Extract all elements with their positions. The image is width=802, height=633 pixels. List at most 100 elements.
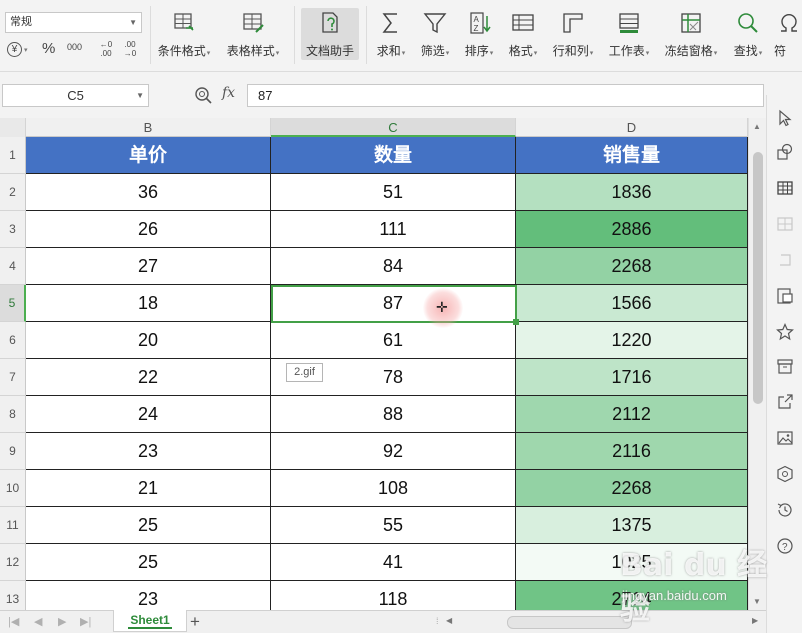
symbol-button[interactable]: 符 bbox=[774, 10, 802, 62]
cell-price[interactable]: 23 bbox=[26, 433, 271, 470]
cell-quantity[interactable]: 88 bbox=[271, 396, 516, 433]
prev-sheet-icon[interactable]: ◀ bbox=[34, 615, 42, 628]
cell-sales[interactable]: 1025 bbox=[516, 544, 748, 581]
horizontal-scroll-thumb[interactable] bbox=[507, 616, 632, 629]
row-header-6[interactable]: 6 bbox=[0, 322, 26, 359]
row-header-2[interactable]: 2 bbox=[0, 174, 26, 211]
shapes-icon[interactable] bbox=[776, 143, 794, 161]
cell-quantity[interactable]: 55 bbox=[271, 507, 516, 544]
star-icon[interactable] bbox=[776, 323, 794, 341]
table-icon[interactable] bbox=[776, 179, 794, 197]
cell-sales[interactable]: 1220 bbox=[516, 322, 748, 359]
row-header-8[interactable]: 8 bbox=[0, 396, 26, 433]
vertical-scroll-thumb[interactable] bbox=[753, 152, 763, 404]
scroll-up-icon[interactable]: ▲ bbox=[753, 122, 761, 131]
row-header-5[interactable]: 5 bbox=[0, 285, 26, 322]
cell-quantity[interactable]: 108 bbox=[271, 470, 516, 507]
column-header-b[interactable]: B bbox=[26, 118, 271, 137]
cell-sales[interactable]: 2116 bbox=[516, 433, 748, 470]
cell-sales[interactable]: 2714 bbox=[516, 581, 748, 610]
cell-sales[interactable]: 2268 bbox=[516, 470, 748, 507]
find-button[interactable]: 查找▾ bbox=[729, 10, 767, 62]
row-header-7[interactable]: 7 bbox=[0, 359, 26, 396]
cell-price[interactable]: 36 bbox=[26, 174, 271, 211]
picture-icon[interactable] bbox=[776, 429, 794, 447]
row-header-4[interactable]: 4 bbox=[0, 248, 26, 285]
sum-button[interactable]: 求和▾ bbox=[372, 10, 410, 62]
next-sheet-icon[interactable]: ▶ bbox=[58, 615, 66, 628]
scroll-splitter[interactable]: ⁞ bbox=[436, 616, 439, 626]
archive-icon[interactable] bbox=[776, 357, 794, 375]
cell-sales[interactable]: 2886 bbox=[516, 211, 748, 248]
row-col-button[interactable]: 行和列▾ bbox=[549, 10, 597, 62]
percent-format-button[interactable]: % bbox=[42, 40, 55, 58]
cell-quantity[interactable]: 87 bbox=[271, 285, 516, 322]
cell-quantity[interactable]: 41 bbox=[271, 544, 516, 581]
row-header-11[interactable]: 11 bbox=[0, 507, 26, 544]
scroll-down-icon[interactable]: ▼ bbox=[753, 597, 761, 606]
format-button[interactable]: 格式▾ bbox=[504, 10, 542, 62]
header-cell-quantity[interactable]: 数量 bbox=[271, 137, 516, 174]
row-header-10[interactable]: 10 bbox=[0, 470, 26, 507]
doc-assistant-button[interactable]: 文档助手 bbox=[301, 8, 359, 60]
cell-sales[interactable]: 1566 bbox=[516, 285, 748, 322]
currency-format-button[interactable]: ¥ ▾ bbox=[7, 40, 27, 58]
history-icon[interactable] bbox=[776, 501, 794, 519]
fx-icon[interactable]: fx bbox=[222, 85, 235, 101]
help-icon[interactable]: ? bbox=[776, 537, 794, 555]
column-header-c[interactable]: C bbox=[271, 118, 516, 137]
decrease-decimal-button[interactable]: .00 →0 bbox=[120, 40, 140, 58]
cell-sales[interactable]: 1375 bbox=[516, 507, 748, 544]
vertical-scrollbar[interactable]: ▲ ▼ bbox=[748, 118, 766, 610]
increase-decimal-button[interactable]: ←0 .00 bbox=[96, 40, 116, 58]
cell-quantity[interactable]: 84 bbox=[271, 248, 516, 285]
formula-input[interactable]: 87 bbox=[247, 84, 764, 107]
last-sheet-icon[interactable]: ▶| bbox=[80, 615, 91, 628]
cell-price[interactable]: 25 bbox=[26, 507, 271, 544]
fill-handle[interactable] bbox=[513, 319, 519, 325]
row-header-1[interactable]: 1 bbox=[0, 137, 26, 174]
cell-sales[interactable]: 1836 bbox=[516, 174, 748, 211]
table-style-button[interactable]: 表格样式▾ bbox=[224, 10, 282, 62]
pointer-icon[interactable] bbox=[776, 109, 794, 127]
image-doc-icon[interactable] bbox=[776, 287, 794, 305]
worksheet-button[interactable]: 工作表▾ bbox=[604, 10, 654, 62]
scroll-right-icon[interactable]: ▶ bbox=[752, 616, 758, 625]
cell-quantity[interactable]: 118 bbox=[271, 581, 516, 610]
cell-sales[interactable]: 1716 bbox=[516, 359, 748, 396]
cell-quantity[interactable]: 51 bbox=[271, 174, 516, 211]
cell-sales[interactable]: 2268 bbox=[516, 248, 748, 285]
cell-sales[interactable]: 2112 bbox=[516, 396, 748, 433]
filter-button[interactable]: 筛选▾ bbox=[416, 10, 454, 62]
sort-button[interactable]: A Z 排序▾ bbox=[460, 10, 498, 62]
thousands-format-button[interactable]: 000 bbox=[67, 38, 82, 56]
row-header-13[interactable]: 13 bbox=[0, 581, 26, 610]
row-header-9[interactable]: 9 bbox=[0, 433, 26, 470]
sheet-tab-sheet1[interactable]: Sheet1 bbox=[113, 610, 187, 632]
cell-quantity[interactable]: 61 bbox=[271, 322, 516, 359]
cell-price[interactable]: 23 bbox=[26, 581, 271, 610]
header-cell-price[interactable]: 单价 bbox=[26, 137, 271, 174]
header-cell-sales[interactable]: 销售量 bbox=[516, 137, 748, 174]
row-header-3[interactable]: 3 bbox=[0, 211, 26, 248]
cell-price[interactable]: 18 bbox=[26, 285, 271, 322]
conditional-format-button[interactable]: 条件格式▾ bbox=[156, 10, 212, 62]
scroll-left-icon[interactable]: ◀ bbox=[446, 616, 452, 625]
name-box[interactable]: C5 ▼ bbox=[2, 84, 149, 107]
row-header-12[interactable]: 12 bbox=[0, 544, 26, 581]
cell-price[interactable]: 24 bbox=[26, 396, 271, 433]
cell-price[interactable]: 20 bbox=[26, 322, 271, 359]
cell-price[interactable]: 22 bbox=[26, 359, 271, 396]
shield-icon[interactable] bbox=[776, 465, 794, 483]
zoom-icon[interactable] bbox=[194, 86, 212, 104]
add-sheet-button[interactable]: + bbox=[190, 612, 200, 632]
cell-price[interactable]: 25 bbox=[26, 544, 271, 581]
cell-quantity[interactable]: 92 bbox=[271, 433, 516, 470]
select-all-corner[interactable] bbox=[0, 118, 26, 137]
freeze-panes-button[interactable]: 冻结窗格▾ bbox=[661, 10, 721, 62]
cell-price[interactable]: 27 bbox=[26, 248, 271, 285]
cell-price[interactable]: 26 bbox=[26, 211, 271, 248]
number-format-select[interactable]: 常规 ▼ bbox=[5, 12, 142, 33]
first-sheet-icon[interactable]: |◀ bbox=[8, 615, 19, 628]
cell-price[interactable]: 21 bbox=[26, 470, 271, 507]
